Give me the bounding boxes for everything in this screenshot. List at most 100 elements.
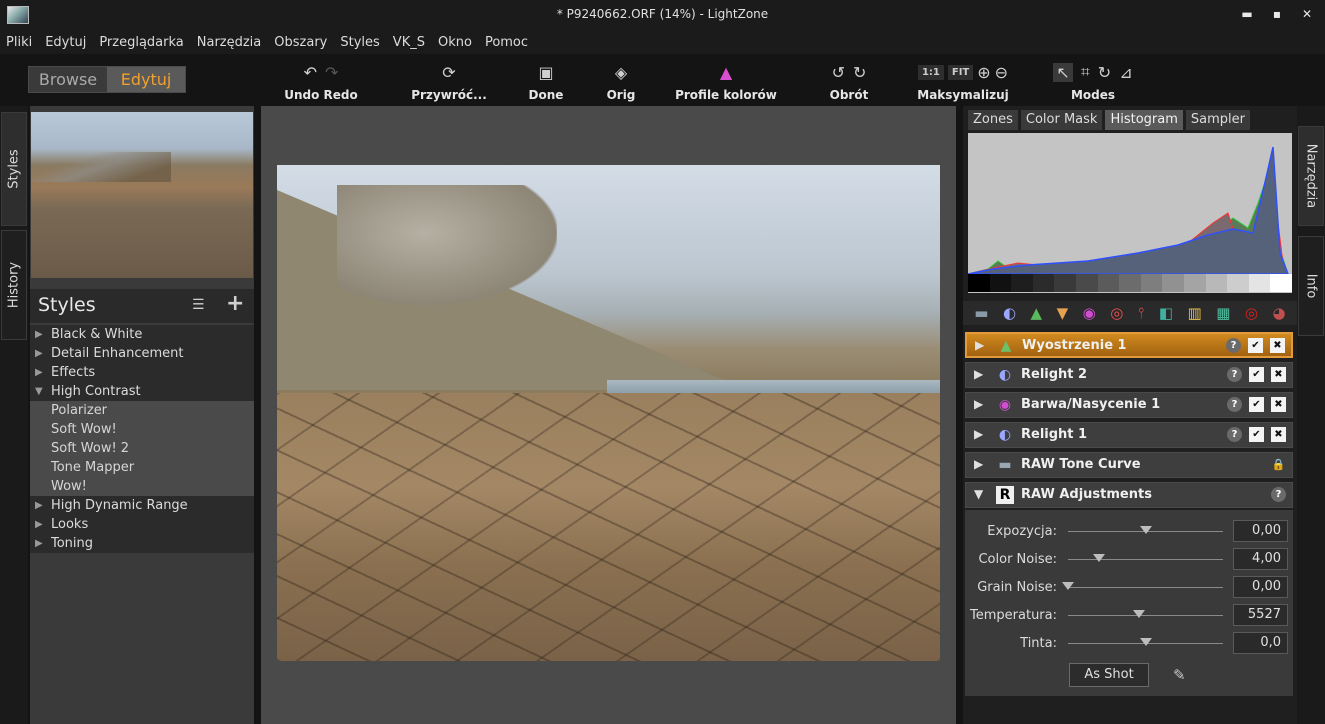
enable-checkbox[interactable]: ✔ bbox=[1249, 397, 1264, 412]
edit-button[interactable]: Edytuj bbox=[107, 67, 185, 92]
menu-edytuj[interactable]: Edytuj bbox=[45, 35, 86, 50]
red-eye-icon[interactable]: ◕ bbox=[1273, 304, 1286, 322]
tab-styles[interactable]: Styles bbox=[1, 112, 27, 226]
tab-history[interactable]: History bbox=[1, 230, 27, 340]
tool-row-relight-2[interactable]: ▶ ◐ Relight 2 ? ✔ ✖ bbox=[965, 362, 1293, 388]
menu-pliki[interactable]: Pliki bbox=[6, 35, 32, 50]
expand-arrow-icon[interactable]: ▶ bbox=[975, 338, 984, 352]
target-icon[interactable]: ◎ bbox=[1245, 304, 1258, 322]
zoom-1to1-button[interactable]: 1:1 bbox=[917, 64, 944, 80]
expand-arrow-icon[interactable]: ▶ bbox=[974, 367, 983, 381]
help-icon[interactable]: ? bbox=[1271, 487, 1286, 502]
slider-track-color-noise[interactable] bbox=[1068, 559, 1223, 560]
style-group-effects[interactable]: ▶ Effects bbox=[30, 363, 254, 382]
slider-track-temperature[interactable] bbox=[1068, 615, 1223, 616]
zoom-in-icon[interactable]: ⊕ bbox=[977, 63, 990, 82]
help-icon[interactable]: ? bbox=[1226, 338, 1241, 353]
remove-icon[interactable]: ✖ bbox=[1270, 338, 1285, 353]
help-icon[interactable]: ? bbox=[1227, 427, 1242, 442]
close-icon[interactable]: ✕ bbox=[1299, 6, 1315, 22]
crop-icon[interactable]: ⌗ bbox=[1081, 62, 1090, 82]
style-item-wow[interactable]: Wow! bbox=[30, 477, 254, 496]
color-profiles-tool[interactable]: ▲ Profile kolorów bbox=[674, 60, 778, 103]
tab-sampler[interactable]: Sampler bbox=[1185, 110, 1250, 130]
hue-saturation-icon[interactable]: ◉ bbox=[1083, 304, 1096, 322]
menu-przegladarka[interactable]: Przeglądarka bbox=[99, 35, 183, 50]
style-item-soft-wow[interactable]: Soft Wow! bbox=[30, 420, 254, 439]
orig-tool[interactable]: ◈ Orig bbox=[600, 60, 642, 103]
channel-mixer-icon[interactable]: ◧ bbox=[1159, 304, 1173, 322]
help-icon[interactable]: ? bbox=[1227, 367, 1242, 382]
menu-pomoc[interactable]: Pomoc bbox=[485, 35, 528, 50]
tool-row-relight-1[interactable]: ▶ ◐ Relight 1 ? ✔ ✖ bbox=[965, 422, 1293, 448]
tool-row-hue-saturation[interactable]: ▶ ◉ Barwa/Nasycenie 1 ? ✔ ✖ bbox=[965, 392, 1293, 418]
zoom-fit-button[interactable]: FIT bbox=[947, 64, 974, 80]
enable-checkbox[interactable]: ✔ bbox=[1248, 338, 1263, 353]
slider-track-grain-noise[interactable] bbox=[1068, 587, 1223, 588]
menu-vk-s[interactable]: VK_S bbox=[393, 35, 425, 50]
remove-icon[interactable]: ✖ bbox=[1271, 367, 1286, 382]
rotate-left-icon[interactable]: ↺ bbox=[832, 63, 845, 82]
color-noise-value-field[interactable]: 4,00 bbox=[1233, 548, 1288, 570]
expand-arrow-icon[interactable]: ▶ bbox=[974, 457, 983, 471]
enable-checkbox[interactable]: ✔ bbox=[1249, 427, 1264, 442]
relight-icon[interactable]: ◐ bbox=[1003, 304, 1016, 322]
style-group-toning[interactable]: ▶ Toning bbox=[30, 534, 254, 553]
slider-thumb-color-noise[interactable] bbox=[1093, 554, 1105, 562]
tab-info[interactable]: Info bbox=[1298, 236, 1324, 336]
edited-photo[interactable] bbox=[277, 165, 940, 661]
style-item-tone-mapper[interactable]: Tone Mapper bbox=[30, 458, 254, 477]
rotate-right-icon[interactable]: ↻ bbox=[853, 63, 866, 82]
undo-icon[interactable]: ↶ bbox=[304, 63, 317, 82]
pointer-icon[interactable]: ↖ bbox=[1053, 62, 1073, 82]
enable-checkbox[interactable]: ✔ bbox=[1249, 367, 1264, 382]
maximize-icon[interactable]: ▪ bbox=[1269, 6, 1285, 22]
browse-button[interactable]: Browse bbox=[29, 67, 107, 92]
menu-okno[interactable]: Okno bbox=[438, 35, 472, 50]
slider-thumb-temperature[interactable] bbox=[1133, 610, 1146, 618]
style-group-looks[interactable]: ▶ Looks bbox=[30, 515, 254, 534]
slider-thumb-tint[interactable] bbox=[1139, 638, 1152, 646]
slider-thumb-grain-noise[interactable] bbox=[1062, 582, 1074, 590]
tool-row-raw-adjustments[interactable]: ▼ R RAW Adjustments ? bbox=[965, 482, 1293, 508]
expand-arrow-icon[interactable]: ▶ bbox=[974, 427, 983, 441]
list-view-icon[interactable]: ☰ bbox=[192, 297, 205, 313]
help-icon[interactable]: ? bbox=[1227, 397, 1242, 412]
style-group-high-contrast[interactable]: ▼ High Contrast bbox=[30, 382, 254, 401]
blur-icon[interactable]: ▼ bbox=[1057, 304, 1069, 322]
style-group-high-dynamic-range[interactable]: ▶ High Dynamic Range bbox=[30, 496, 254, 515]
zone-mapper-icon[interactable]: ▬ bbox=[974, 304, 988, 322]
noise-icon[interactable]: ▦ bbox=[1216, 304, 1230, 322]
add-style-icon[interactable]: + bbox=[226, 291, 244, 316]
menu-styles[interactable]: Styles bbox=[340, 35, 379, 50]
minimize-icon[interactable]: ▬ bbox=[1239, 6, 1255, 22]
temperature-value-field[interactable]: 5527 bbox=[1233, 604, 1288, 626]
tool-row-sharpen[interactable]: ▶ ▲ Wyostrzenie 1 ? ✔ ✖ bbox=[965, 332, 1293, 358]
tab-narzedzia[interactable]: Narzędzia bbox=[1298, 126, 1324, 226]
image-canvas[interactable] bbox=[261, 106, 956, 724]
remove-icon[interactable]: ✖ bbox=[1271, 427, 1286, 442]
style-item-polarizer[interactable]: Polarizer bbox=[30, 401, 254, 420]
restore-tool[interactable]: ⟳ Przywróć... bbox=[410, 60, 488, 103]
zoom-out-icon[interactable]: ⊖ bbox=[995, 63, 1008, 82]
tool-row-raw-tone-curve[interactable]: ▶ ▬ RAW Tone Curve 🔒 bbox=[965, 452, 1293, 478]
eyedropper-icon[interactable]: ✎ bbox=[1173, 666, 1186, 684]
exposure-value-field[interactable]: 0,00 bbox=[1233, 520, 1288, 542]
grain-noise-value-field[interactable]: 0,00 bbox=[1233, 576, 1288, 598]
menu-obszary[interactable]: Obszary bbox=[274, 35, 327, 50]
collapse-arrow-icon[interactable]: ▼ bbox=[974, 487, 983, 501]
sharpen-icon[interactable]: ▲ bbox=[1031, 304, 1043, 322]
region-icon[interactable]: ⊿ bbox=[1119, 63, 1132, 82]
tone-icon[interactable]: ▥ bbox=[1188, 304, 1202, 322]
tint-value-field[interactable]: 0,0 bbox=[1233, 632, 1288, 654]
done-tool[interactable]: ▣ Done bbox=[522, 60, 570, 103]
tab-histogram[interactable]: Histogram bbox=[1105, 110, 1183, 130]
remove-icon[interactable]: ✖ bbox=[1271, 397, 1286, 412]
tab-color-mask[interactable]: Color Mask bbox=[1020, 110, 1103, 130]
menu-narzedzia[interactable]: Narzędzia bbox=[197, 35, 262, 50]
tab-zones[interactable]: Zones bbox=[968, 110, 1018, 130]
as-shot-button[interactable]: As Shot bbox=[1069, 663, 1149, 687]
redo-icon[interactable]: ↷ bbox=[325, 63, 338, 82]
color-balance-icon[interactable]: ◎ bbox=[1110, 304, 1123, 322]
expand-arrow-icon[interactable]: ▶ bbox=[974, 397, 983, 411]
